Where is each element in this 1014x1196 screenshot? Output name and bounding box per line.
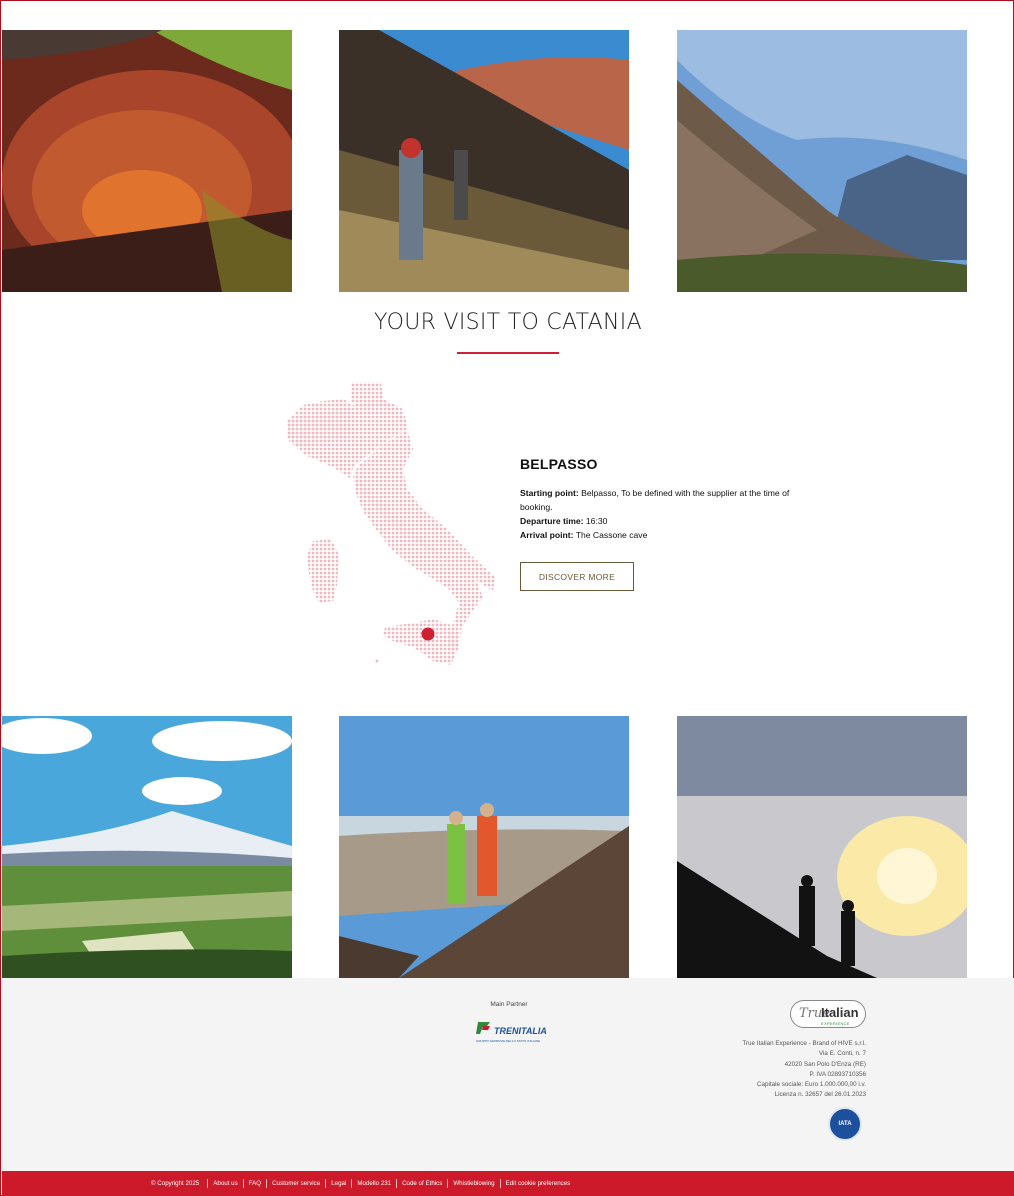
link-legal[interactable]: Legal <box>325 1179 351 1188</box>
brand-word-italian: Italian <box>821 1005 859 1020</box>
footer: Main Partner TRENITALIA GRUPPO FERROVIE … <box>2 978 1014 1171</box>
footer-links: © Copyright 2025 About us FAQ Customer s… <box>151 1179 575 1188</box>
company-line: True Italian Experience - Brand of HIVE … <box>742 1040 866 1047</box>
arrival-point-value: The Cassone cave <box>573 530 648 540</box>
company-line: Licenza n. 32657 del 26.01.2023 <box>774 1091 866 1099</box>
title-underline <box>457 352 559 354</box>
gallery-top <box>1 30 1014 292</box>
discover-more-button[interactable]: DISCOVER MORE <box>520 562 634 591</box>
company-line: P. IVA 02893710356 <box>809 1070 867 1078</box>
italy-map-svg <box>287 382 495 665</box>
trenitalia-name: TRENITALIA <box>494 1026 546 1036</box>
arrival-point: Arrival point: The Cassone cave <box>520 528 790 542</box>
tour-name: BELPASSO <box>520 456 598 472</box>
photo-etna-vineyards <box>2 716 292 978</box>
gallery-bottom <box>1 716 1014 978</box>
photo-volcanic-crater <box>2 30 292 292</box>
section-title: YOUR VISIT TO CATANIA <box>374 310 642 335</box>
iata-badge: IATA <box>828 1107 862 1141</box>
company-line: Via E. Conti, n. 7 <box>818 1050 866 1058</box>
link-faq[interactable]: FAQ <box>242 1179 266 1188</box>
departure-time: Departure time: 16:30 <box>520 514 790 528</box>
main-partner-label: Main Partner <box>490 1001 528 1008</box>
starting-point: Starting point: Belpasso, To be defined … <box>520 486 790 514</box>
photo-etna-ridge <box>677 30 967 292</box>
tour-info: BELPASSO Starting point: Belpasso, To be… <box>520 456 790 591</box>
bottom-bar: © Copyright 2025 About us FAQ Customer s… <box>2 1171 1014 1196</box>
company-details: True Italian Experience - Brand of HIVE … <box>742 1039 866 1101</box>
trenitalia-logo-icon: TRENITALIA GRUPPO FERROVIE DELLO STATO I… <box>476 1022 547 1043</box>
photo-hikers-slope <box>339 30 629 292</box>
link-whistleblowing[interactable]: Whistleblowing <box>447 1179 499 1188</box>
link-code-of-ethics[interactable]: Code of Ethics <box>396 1179 447 1188</box>
trenitalia-logo[interactable]: TRENITALIA GRUPPO FERROVIE DELLO STATO I… <box>474 1020 547 1046</box>
starting-point-label: Starting point: <box>520 488 579 498</box>
company-line: 42020 San Polo D'Enza (RE) <box>784 1060 866 1068</box>
link-modello-231[interactable]: Modello 231 <box>351 1179 396 1188</box>
departure-time-label: Departure time: <box>520 516 584 526</box>
iata-label: IATA <box>838 1121 852 1127</box>
photo-hikers-ridge <box>339 716 629 978</box>
copyright: © Copyright 2025 <box>151 1180 200 1187</box>
link-cookie-preferences[interactable]: Edit cookie preferences <box>499 1179 576 1188</box>
catania-marker <box>421 627 435 641</box>
true-italian-logo[interactable]: True Italian EXPERIENCE <box>790 1000 866 1028</box>
photo-hikers-sunset <box>677 716 967 978</box>
italy-dot-map <box>283 379 501 669</box>
link-about-us[interactable]: About us <box>207 1179 242 1188</box>
trenitalia-tagline: GRUPPO FERROVIE DELLO STATO ITALIANE <box>476 1039 540 1043</box>
company-line: Capitale sociale: Euro 1.000.000,00 i.v. <box>756 1081 866 1089</box>
link-customer-service[interactable]: Customer service <box>266 1179 325 1188</box>
departure-time-value: 16:30 <box>583 516 608 526</box>
brand-word-experience: EXPERIENCE <box>821 1021 850 1026</box>
arrival-point-label: Arrival point: <box>520 530 574 540</box>
